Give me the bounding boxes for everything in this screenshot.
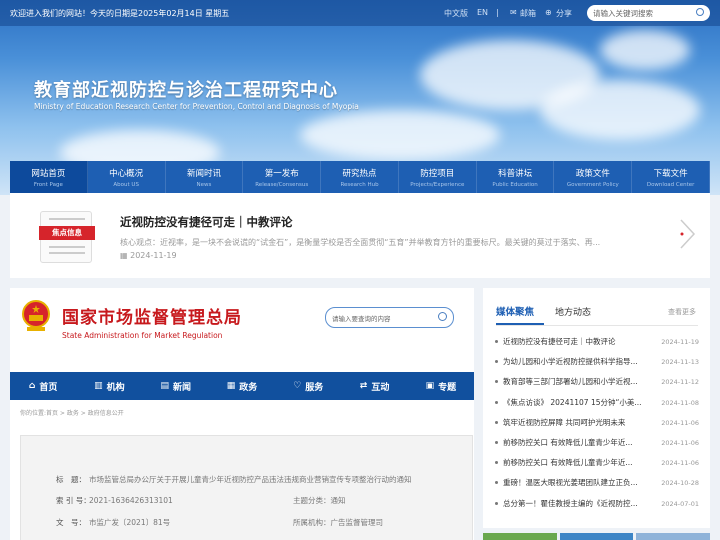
site-search-input[interactable]: 请输入关键词搜索 [587,5,710,21]
samr-nav: ⌂ 首页 ▥ 机构 ▤ 新闻 ▦ 政务 ♡ 服务 ⇄ 互动 ▣ 专题 [10,372,474,400]
nav-item-release[interactable]: 第一发布 Release/Consensus [243,161,322,193]
share-icon[interactable]: ⊕ [545,8,552,17]
samr-nav-interact[interactable]: ⇄ 互动 [341,372,407,400]
search-icon[interactable] [438,312,447,321]
doc-info-card: 标 题： 市场监管总局办公厅关于开展儿童青少年近视防控产品违法违规商业营销宣传专项… [20,435,473,540]
top-bar: 欢迎进入我们的网站！今天的日期是2025年02月14日 星期五 中文版 EN |… [0,0,720,26]
focus-headline[interactable]: 近视防控没有捷径可走｜中教评论 [120,214,293,230]
bottom-thumbnail-strip [483,533,711,540]
chevron-right-icon[interactable] [678,219,696,249]
lang-cn-link[interactable]: 中文版 [444,8,468,19]
site-subtitle: Ministry of Education Research Center fo… [34,102,359,111]
list-item[interactable]: 教育部等三部门部署幼儿园和小学近视... 2024-11-12 [495,372,699,392]
doc-org-row: 所属机构：广告监督管理司 [293,518,383,527]
focus-excerpt: 核心观点：近视率，是一块不会说谎的“试金石”，是衡量学校是否全面贯彻“五育”并举… [120,238,600,247]
home-icon: ⌂ [28,381,36,391]
government-icon: ▦ [226,381,236,391]
active-tab-underline [496,323,544,325]
list-item[interactable]: 重磅！温医大眼视光姜珺团队建立正负... 2024-10-28 [495,473,699,493]
list-item[interactable]: 前移防控关口 有效降低儿童青少年近... 2024-11-06 [495,433,699,453]
nav-item-education[interactable]: 科普讲坛 Public Education [477,161,555,193]
welcome-text: 欢迎进入我们的网站！今天的日期是2025年02月14日 星期五 [10,9,230,18]
thumbnail-blue[interactable] [559,533,634,540]
national-emblem-icon [22,300,50,331]
tab-divider [496,325,698,326]
mail-link[interactable]: 邮箱 [520,8,536,19]
site-title: 教育部近视防控与诊治工程研究中心 [34,80,338,101]
media-news-list: 近视防控没有捷径可走｜中教评论 2024-11-19 为幼儿园和小学近视防控提供科… [495,332,699,514]
lang-separator: | [496,8,499,17]
calendar-icon: ▦ [120,251,131,260]
focus-date-row: ▦ 2024-11-19 [120,251,177,260]
samr-name-en: State Administration for Market Regulati… [62,331,223,340]
topic-icon: ▣ [425,381,435,391]
mail-icon[interactable]: ✉ [510,8,517,17]
samr-nav-gov[interactable]: ▦ 政务 [209,372,275,400]
doc-category-row: 主题分类：通知 [293,496,346,505]
focus-tag: 焦点信息 [39,226,95,240]
thumbnail-lightblue[interactable] [636,533,711,540]
lang-en-link[interactable]: EN [477,8,488,17]
breadcrumb: 你的位置:首页 > 政务 > 政府信息公开 [20,410,124,417]
samr-nav-news[interactable]: ▤ 新闻 [143,372,209,400]
news-icon: ▤ [160,381,169,391]
nav-item-news[interactable]: 新闻时讯 News [166,161,244,193]
tab-local-news[interactable]: 地方动态 [555,305,591,318]
samr-nav-topic[interactable]: ▣ 专题 [408,372,474,400]
list-item[interactable]: 总分第一！瞿佳教授主编的《近视防控... 2024-07-01 [495,494,699,514]
list-item[interactable]: 为幼儿园和小学近视防控提供科学指导... 2024-11-13 [495,352,699,372]
samr-nav-home[interactable]: ⌂ 首页 [10,372,76,400]
samr-nav-service[interactable]: ♡ 服务 [275,372,341,400]
main-nav: 网站首页 Front Page 中心概况 About US 新闻时讯 News 第一发… [10,161,711,193]
list-item[interactable]: 筑牢近视防控屏障 共同呵护光明未来 2024-11-06 [495,413,699,433]
more-link[interactable]: 查看更多 [668,307,696,317]
nav-item-home[interactable]: 网站首页 Front Page [10,161,88,193]
focus-news-card: 焦点信息 近视防控没有捷径可走｜中教评论 核心观点：近视率，是一块不会说谎的“试… [10,193,710,278]
heart-icon: ♡ [293,381,302,391]
search-icon[interactable] [696,8,704,16]
samr-nav-org[interactable]: ▥ 机构 [76,372,142,400]
nav-item-download[interactable]: 下载文件 Download Center [632,161,711,193]
list-item[interactable]: 前移防控关口 有效降低儿童青少年近... 2024-11-06 [495,453,699,473]
building-icon: ▥ [94,381,103,391]
samr-name-cn: 国家市场监督管理总局 [62,308,242,328]
focus-date: 2024-11-19 [130,251,177,260]
doc-index-row: 索 引 号：2021-1636426313101 [56,496,173,505]
share-link[interactable]: 分享 [556,8,572,19]
tab-media-focus[interactable]: 媒体聚焦 [496,304,534,318]
nav-item-research[interactable]: 研究热点 Research Hub [321,161,399,193]
samr-search-placeholder: 请输入要查询的内容 [332,315,391,323]
samr-screenshot-panel: 国家市场监督管理总局 State Administration for Mark… [10,288,474,540]
media-focus-panel: 媒体聚焦 地方动态 查看更多 近视防控没有捷径可走｜中教评论 2024-11-19… [483,288,710,528]
nav-item-about[interactable]: 中心概况 About US [88,161,166,193]
doc-number-row: 文 号： 市监广发〔2021〕81号 [56,518,171,527]
nav-item-projects[interactable]: 防控项目 Projects/Experience [399,161,477,193]
list-item[interactable]: 近视防控没有捷径可走｜中教评论 2024-11-19 [495,332,699,352]
nav-item-policy[interactable]: 政策文件 Government Policy [554,161,633,193]
exchange-icon: ⇄ [359,381,368,391]
focus-news-icon: 焦点信息 [39,211,95,263]
doc-title-row: 标 题： 市场监管总局办公厅关于开展儿童青少年近视防控产品违法违规商业营销宣传专项… [56,475,412,484]
site-search-placeholder: 请输入关键词搜索 [593,9,653,18]
thumbnail-green[interactable] [483,533,557,540]
list-item[interactable]: 《焦点访谈》 20241107 15分钟“小美... 2024-11-08 [495,393,699,413]
samr-search-input[interactable]: 请输入要查询的内容 [325,307,454,328]
